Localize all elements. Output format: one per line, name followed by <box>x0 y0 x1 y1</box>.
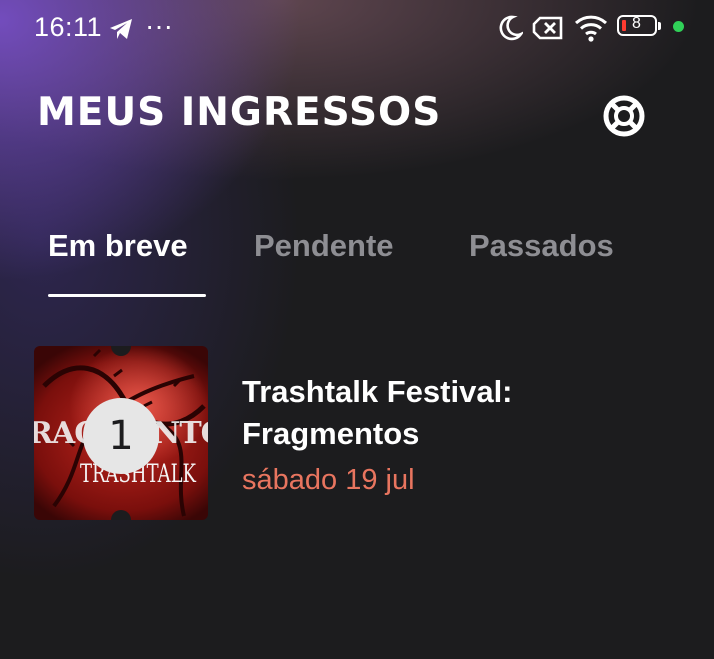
page-title: MEUS INGRESSOS <box>37 90 442 135</box>
event-date: sábado 19 jul <box>242 464 415 496</box>
tab-pendente[interactable]: Pendente <box>254 228 394 264</box>
battery-level: 8 <box>632 15 641 32</box>
wifi-icon <box>574 15 608 42</box>
tab-em-breve[interactable]: Em breve <box>48 228 188 264</box>
ticket-list-item[interactable]: RAGMENTO TRASHTALK 1 Trashtalk Festival:… <box>34 346 684 522</box>
tab-passados[interactable]: Passados <box>469 228 614 264</box>
telegram-icon <box>110 19 132 39</box>
moon-icon <box>499 15 523 41</box>
sim-off-icon <box>532 16 563 40</box>
event-image: RAGMENTO TRASHTALK 1 <box>34 346 208 520</box>
battery-tip <box>658 22 661 30</box>
battery-low-fill <box>622 20 626 31</box>
help-button[interactable] <box>602 94 646 138</box>
active-tab-indicator <box>48 294 206 297</box>
more-dots-icon: ··· <box>145 10 173 41</box>
status-time: 16:11 <box>34 12 103 42</box>
event-title: Trashtalk Festival: Fragmentos <box>242 374 513 451</box>
status-bar: 16:11 ··· 8 <box>0 0 714 56</box>
ticket-count-badge: 1 <box>83 398 159 474</box>
battery-icon: 8 <box>617 15 657 36</box>
tabs: Em breve Pendente Passados <box>0 222 714 302</box>
lifebuoy-icon <box>603 95 645 137</box>
online-dot-icon <box>673 21 684 32</box>
